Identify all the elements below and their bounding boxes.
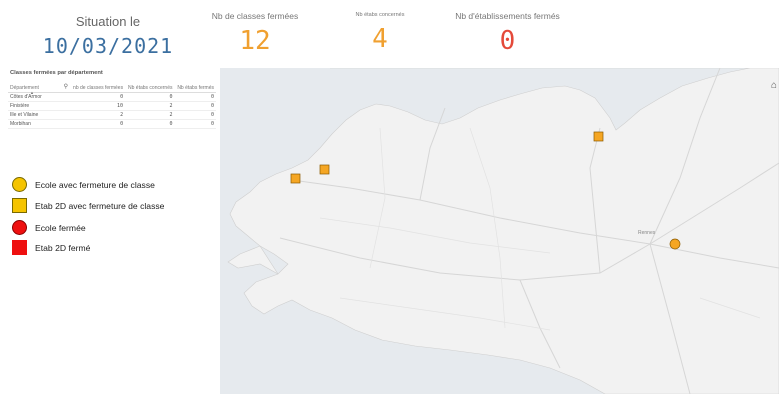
cell-classes: 10 [70,101,126,111]
table-row[interactable]: Finistère 10 2 0 [8,101,216,111]
classes-fermees-kpi: Nb de classes fermées 12 [195,11,315,56]
legend-label: Ecole avec fermeture de classe [35,179,155,190]
rennes-city-label: Rennes [638,230,656,236]
cell-departement: Côtes d'Armor [8,92,70,102]
sort-ascending-icon: ▲ [30,90,34,95]
cell-etabs: 0 [125,92,175,102]
cell-classes: 2 [70,110,126,120]
circle-icon [12,220,27,235]
map-panel[interactable]: Rennes ⌂ [220,67,779,395]
cell-classes: 0 [70,92,126,102]
cell-etabs: 2 [125,110,175,120]
table-row[interactable]: Morbihan 0 0 0 [8,119,216,129]
situation-label: Situation le [75,14,141,29]
column-header-departement[interactable]: Département ⚲ ▲ [8,84,70,95]
cell-fermes: 0 [174,101,216,111]
ecole-marker[interactable] [669,238,681,250]
cell-departement: Ille et Vilaine [8,110,70,120]
legend-item-etab-ferme: Etab 2D fermé [12,240,90,255]
circle-icon [12,177,27,192]
cell-departement: Finistère [8,101,70,111]
search-icon[interactable]: ⚲ [64,84,68,90]
situation-date-kpi: Situation le 10/03/2021 [28,14,188,58]
cell-fermes: 0 [174,119,216,129]
etab-2d-marker[interactable] [290,173,301,184]
table-row[interactable]: Côtes d'Armor 0 0 0 [8,92,216,102]
column-header-etabs-fermes[interactable]: Nb étabs fermés [174,84,216,93]
etabs-concernes-kpi: Nb étabs concernés 4 [340,12,420,54]
column-header-label: Département [10,85,39,91]
cell-fermes: 0 [174,92,216,102]
table-title: Classes fermées par département [10,70,103,76]
cell-etabs: 0 [125,119,175,129]
cell-fermes: 0 [174,110,216,120]
legend-item-ecole-fermeture-classe: Ecole avec fermeture de classe [12,177,155,192]
table-row[interactable]: Ille et Vilaine 2 2 0 [8,110,216,120]
classes-fermees-label: Nb de classes fermées [211,11,299,21]
etabs-fermes-kpi: Nb d'établissements fermés 0 [440,11,575,56]
etab-2d-marker[interactable] [319,164,330,175]
etabs-fermes-label: Nb d'établissements fermés [455,11,560,21]
etabs-concernes-label: Nb étabs concernés [355,12,405,18]
home-icon[interactable]: ⌂ [771,80,777,91]
etabs-fermes-value: 0 [499,26,516,56]
classes-fermees-value: 12 [239,26,271,56]
column-header-etabs-concernes[interactable]: Nb étabs concernés [125,84,175,93]
departement-table: Département ⚲ ▲ nb de classes fermées Nb… [8,84,216,129]
situation-date-value: 10/03/2021 [42,34,174,58]
legend-label: Ecole fermée [35,222,86,233]
etab-2d-marker[interactable] [593,131,604,142]
legend-label: Etab 2D fermé [35,242,91,253]
column-header-classes-fermees[interactable]: nb de classes fermées [70,84,126,93]
cell-departement: Morbihan [8,119,70,129]
map-canvas[interactable]: Rennes [220,67,779,395]
cell-etabs: 2 [125,101,175,111]
cell-classes: 0 [70,119,126,129]
legend-item-ecole-fermee: Ecole fermée [12,220,86,235]
table-header-row: Département ⚲ ▲ nb de classes fermées Nb… [8,84,216,95]
etabs-concernes-value: 4 [372,24,388,54]
legend-label: Etab 2D avec fermeture de classe [35,200,165,211]
square-icon [12,198,27,213]
legend-item-etab-fermeture-classe: Etab 2D avec fermeture de classe [12,198,164,213]
square-icon [12,240,27,255]
